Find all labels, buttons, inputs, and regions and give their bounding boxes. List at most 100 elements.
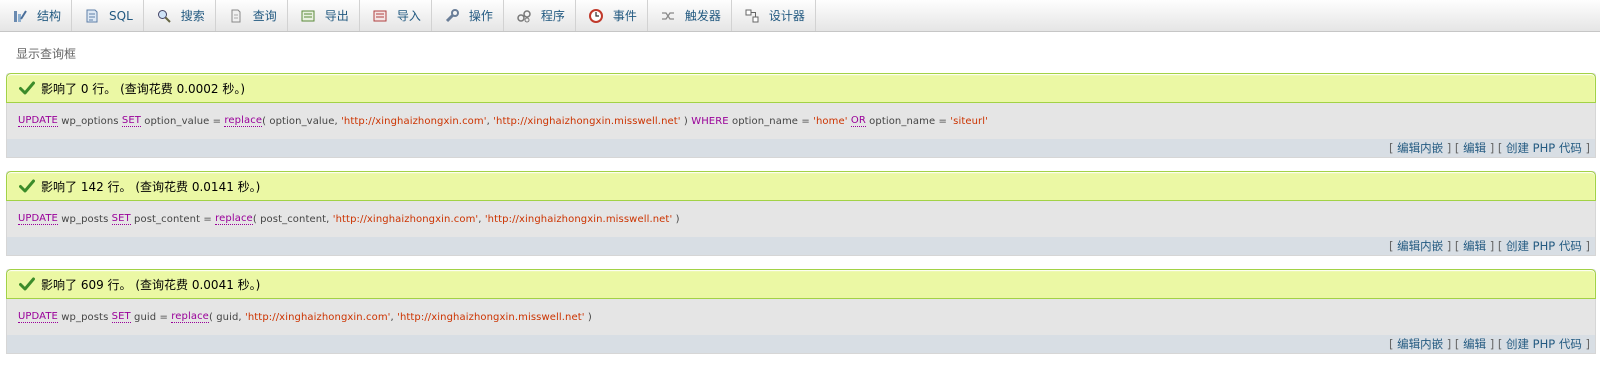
sql-keyword[interactable]: SET xyxy=(121,115,141,127)
query-result: 影响了 142 行。 (查询花费 0.0141 秒。) UPDATE wp_pos… xyxy=(6,171,1596,256)
sql-text: option_name = xyxy=(865,115,951,127)
trigger-icon xyxy=(660,8,676,24)
bracket: ] [ xyxy=(1443,337,1464,351)
sql-text: ) xyxy=(680,115,692,127)
tab-export[interactable]: 导出 xyxy=(288,0,360,31)
sql-statement: UPDATE wp_options SET option_value = rep… xyxy=(7,103,1595,139)
tab-import[interactable]: 导入 xyxy=(360,0,432,31)
checkmark-icon xyxy=(19,81,35,95)
tab-clock[interactable]: 事件 xyxy=(576,0,648,31)
success-text: 影响了 609 行。 (查询花费 0.0041 秒。) xyxy=(41,277,261,292)
edit-link[interactable]: 编辑 xyxy=(1463,238,1486,254)
bracket: ] xyxy=(1581,239,1590,253)
bracket: [ xyxy=(1388,239,1398,253)
tab-label: 操作 xyxy=(468,9,493,23)
sql-text: ( guid, xyxy=(208,311,245,323)
sql-keyword[interactable]: UPDATE xyxy=(18,311,58,323)
query-tools: [ 编辑内嵌 ] [ 编辑 ] [ 创建 PHP 代码 ] xyxy=(7,335,1595,353)
sql-text: wp_options xyxy=(57,115,122,127)
sql-keyword[interactable]: SET xyxy=(111,213,131,225)
sql-keyword[interactable]: OR xyxy=(850,115,866,127)
tab-structure[interactable]: 结构 xyxy=(0,0,73,31)
structure-icon xyxy=(12,8,28,24)
bracket: ] [ xyxy=(1486,141,1507,155)
sql-text: ) xyxy=(672,213,680,225)
success-message: 影响了 0 行。 (查询花费 0.0002 秒。) xyxy=(6,73,1596,103)
tab-search[interactable]: 搜索 xyxy=(144,0,216,31)
success-message: 影响了 609 行。 (查询花费 0.0041 秒。) xyxy=(6,269,1596,299)
create-php-link[interactable]: 创建 PHP 代码 xyxy=(1506,140,1582,156)
query-result: 影响了 0 行。 (查询花费 0.0002 秒。) UPDATE wp_optio… xyxy=(6,73,1596,158)
tab-label: 事件 xyxy=(612,9,637,23)
tab-label: 程序 xyxy=(540,9,565,23)
sql-keyword[interactable]: UPDATE xyxy=(18,115,58,127)
sql-keyword[interactable]: UPDATE xyxy=(18,213,58,225)
sql-text: ) xyxy=(584,311,592,323)
show-query-box-link[interactable]: 显示查询框 xyxy=(16,45,1600,61)
tab-designer[interactable]: 设计器 xyxy=(732,0,816,31)
query-tools: [ 编辑内嵌 ] [ 编辑 ] [ 创建 PHP 代码 ] xyxy=(7,237,1595,255)
bracket: [ xyxy=(1388,337,1398,351)
search-icon xyxy=(156,8,172,24)
sql-keyword[interactable]: SET xyxy=(111,311,131,323)
sql-string: 'http://xinghaizhongxin.com' xyxy=(245,311,391,323)
export-icon xyxy=(300,8,316,24)
bracket: ] xyxy=(1581,337,1590,351)
bracket: ] [ xyxy=(1486,239,1507,253)
import-icon xyxy=(372,8,388,24)
edit-inline-link[interactable]: 编辑内嵌 xyxy=(1397,336,1443,352)
sql-string: 'http://xinghaizhongxin.misswell.net' xyxy=(493,115,681,127)
tab-bar: 结构 SQL 搜索 查询 导出 导入 操作 程序 事件 触发器 设计器 xyxy=(0,0,1600,32)
sql-function[interactable]: replace xyxy=(171,311,209,323)
success-message: 影响了 142 行。 (查询花费 0.0141 秒。) xyxy=(6,171,1596,201)
sql-text: guid = xyxy=(130,311,172,323)
sql-string: 'http://xinghaizhongxin.misswell.net' xyxy=(397,311,585,323)
success-text: 影响了 0 行。 (查询花费 0.0002 秒。) xyxy=(41,81,246,96)
bracket: ] [ xyxy=(1443,239,1464,253)
tab-label: 设计器 xyxy=(768,9,805,23)
bracket: [ xyxy=(1388,141,1398,155)
sql-keyword: WHERE xyxy=(691,115,729,127)
edit-link[interactable]: 编辑 xyxy=(1463,140,1486,156)
tab-label: SQL xyxy=(109,8,133,23)
checkmark-icon xyxy=(19,277,35,291)
tab-label: 导出 xyxy=(324,9,349,23)
sql-statement: UPDATE wp_posts SET post_content = repla… xyxy=(7,201,1595,237)
tab-label: 搜索 xyxy=(180,9,205,23)
tab-label: 结构 xyxy=(37,9,62,23)
sql-function[interactable]: replace xyxy=(224,115,263,127)
sql-text: option_name = xyxy=(728,115,814,127)
tab-label: 触发器 xyxy=(684,9,721,23)
routines-icon xyxy=(516,8,532,24)
tab-sql[interactable]: SQL xyxy=(72,0,144,31)
tab-trigger[interactable]: 触发器 xyxy=(648,0,732,31)
sql-text: option_value = xyxy=(140,115,225,127)
sql-text: wp_posts xyxy=(57,311,112,323)
success-text: 影响了 142 行。 (查询花费 0.0141 秒。) xyxy=(41,179,261,194)
sql-text: ( post_content, xyxy=(252,213,333,225)
checkmark-icon xyxy=(19,179,35,193)
tab-wrench[interactable]: 操作 xyxy=(432,0,504,31)
sql-text: ( option_value, xyxy=(262,115,342,127)
sql-statement: UPDATE wp_posts SET guid = replace( guid… xyxy=(7,299,1595,335)
tab-routines[interactable]: 程序 xyxy=(504,0,576,31)
edit-link[interactable]: 编辑 xyxy=(1463,336,1486,352)
edit-inline-link[interactable]: 编辑内嵌 xyxy=(1397,140,1443,156)
tab-label: 查询 xyxy=(252,9,277,23)
sql-text: wp_posts xyxy=(57,213,112,225)
tab-query[interactable]: 查询 xyxy=(216,0,288,31)
sql-function[interactable]: replace xyxy=(215,213,253,225)
query-tools: [ 编辑内嵌 ] [ 编辑 ] [ 创建 PHP 代码 ] xyxy=(7,139,1595,157)
sql-string: 'http://xinghaizhongxin.com' xyxy=(332,213,479,225)
designer-icon xyxy=(744,8,760,24)
sql-string: 'http://xinghaizhongxin.misswell.net' xyxy=(484,213,673,225)
results-list: 影响了 0 行。 (查询花费 0.0002 秒。) UPDATE wp_optio… xyxy=(0,73,1600,354)
edit-inline-link[interactable]: 编辑内嵌 xyxy=(1397,238,1443,254)
query-icon xyxy=(228,8,244,24)
sql-icon xyxy=(84,8,100,24)
bracket: ] [ xyxy=(1443,141,1464,155)
sql-string: 'http://xinghaizhongxin.com' xyxy=(341,115,487,127)
create-php-link[interactable]: 创建 PHP 代码 xyxy=(1506,238,1582,254)
query-result: 影响了 609 行。 (查询花费 0.0041 秒。) UPDATE wp_pos… xyxy=(6,269,1596,354)
create-php-link[interactable]: 创建 PHP 代码 xyxy=(1506,336,1582,352)
